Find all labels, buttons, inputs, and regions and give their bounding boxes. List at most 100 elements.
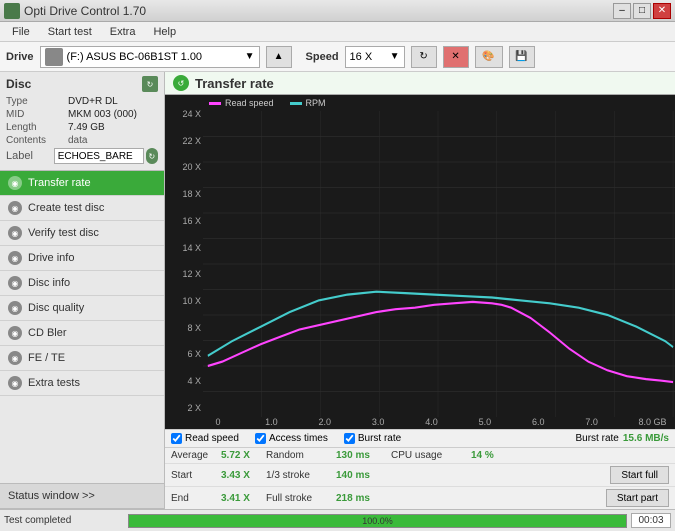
legend-rpm: RPM	[290, 98, 326, 108]
drive-select[interactable]: (F:) ASUS BC-06B1ST 1.00 ▼	[40, 46, 260, 68]
legend-read-speed: Read speed	[209, 98, 274, 108]
nav-create-test-disc-label: Create test disc	[28, 202, 104, 214]
legend-rpm-label: RPM	[306, 98, 326, 108]
minimize-button[interactable]: –	[613, 3, 631, 19]
full-stroke-label: Full stroke	[266, 493, 336, 504]
nav-cd-bler[interactable]: ◉ CD Bler	[0, 321, 164, 346]
checkbox-burst-rate-input[interactable]	[344, 433, 355, 444]
disc-length-label: Length	[6, 122, 68, 133]
nav-extra-tests-label: Extra tests	[28, 377, 80, 389]
checkbox-burst-rate-label: Burst rate	[358, 433, 401, 444]
end-value: 3.41 X	[221, 493, 266, 504]
drive-bar: Drive (F:) ASUS BC-06B1ST 1.00 ▼ ▲ Speed…	[0, 42, 675, 72]
eject-button[interactable]: ▲	[266, 46, 292, 68]
nav-transfer-rate[interactable]: ◉ Transfer rate	[0, 171, 164, 196]
start-value: 3.43 X	[221, 470, 266, 481]
nav-fe-te[interactable]: ◉ FE / TE	[0, 346, 164, 371]
random-value: 130 ms	[336, 450, 391, 461]
start-part-button[interactable]: Start part	[606, 489, 669, 507]
save-button[interactable]: 💾	[509, 46, 535, 68]
drive-device-icon	[45, 48, 63, 66]
checkbox-access-times-input[interactable]	[255, 433, 266, 444]
drive-dropdown-arrow: ▼	[245, 51, 255, 62]
nav-verify-test-disc-label: Verify test disc	[28, 227, 99, 239]
disc-refresh-button[interactable]: ↻	[142, 76, 158, 92]
y-label-4: 4 X	[187, 376, 201, 386]
stats-row-1: Average 5.72 X Random 130 ms CPU usage 1…	[165, 447, 675, 463]
create-test-disc-icon: ◉	[8, 201, 22, 215]
stroke13-label: 1/3 stroke	[266, 470, 336, 481]
nav-cd-bler-label: CD Bler	[28, 327, 67, 339]
speed-select[interactable]: 16 X ▼	[345, 46, 405, 68]
sidebar: Disc ↻ Type DVD+R DL MID MKM 003 (000) L…	[0, 72, 165, 509]
end-label: End	[171, 493, 221, 504]
clear-button[interactable]: ✕	[443, 46, 469, 68]
nav-disc-info-label: Disc info	[28, 277, 70, 289]
y-label-6: 6 X	[187, 349, 201, 359]
random-label: Random	[266, 450, 336, 461]
disc-type-value: DVD+R DL	[68, 96, 158, 107]
close-button[interactable]: ✕	[653, 3, 671, 19]
full-stroke-value: 218 ms	[336, 493, 391, 504]
verify-test-disc-icon: ◉	[8, 226, 22, 240]
y-label-18: 18 X	[182, 189, 201, 199]
nav-disc-quality[interactable]: ◉ Disc quality	[0, 296, 164, 321]
chart-controls: Read speed Access times Burst rate Burst…	[165, 429, 675, 447]
x-label-3: 3.0	[363, 417, 393, 427]
nav-drive-info-label: Drive info	[28, 252, 74, 264]
nav-disc-info[interactable]: ◉ Disc info	[0, 271, 164, 296]
progress-container: 100.0%	[128, 514, 627, 528]
nav-extra-tests[interactable]: ◉ Extra tests	[0, 371, 164, 396]
disc-label-input[interactable]	[54, 148, 144, 164]
x-label-8: 8.0 GB	[630, 417, 675, 427]
x-label-6: 6.0	[523, 417, 553, 427]
stats-row-2: Start 3.43 X 1/3 stroke 140 ms Start ful…	[165, 463, 675, 486]
menu-bar: File Start test Extra Help	[0, 22, 675, 42]
cpu-label: CPU usage	[391, 450, 471, 461]
legend-read-speed-label: Read speed	[225, 98, 274, 108]
nav-disc-quality-label: Disc quality	[28, 302, 84, 314]
cd-bler-icon: ◉	[8, 326, 22, 340]
burst-rate-value: 15.6 MB/s	[623, 433, 669, 444]
nav-transfer-rate-label: Transfer rate	[28, 177, 91, 189]
fe-te-icon: ◉	[8, 351, 22, 365]
chart-svg	[203, 111, 675, 417]
maximize-button[interactable]: □	[633, 3, 651, 19]
speed-dropdown-arrow: ▼	[390, 51, 400, 62]
menu-file[interactable]: File	[4, 24, 38, 40]
menu-start-test[interactable]: Start test	[40, 24, 100, 40]
nav-create-test-disc[interactable]: ◉ Create test disc	[0, 196, 164, 221]
refresh-button[interactable]: ↻	[411, 46, 437, 68]
y-label-16: 16 X	[182, 216, 201, 226]
legend-rpm-color	[290, 102, 302, 105]
disc-contents-value: data	[68, 135, 158, 146]
stats-section: Average 5.72 X Random 130 ms CPU usage 1…	[165, 447, 675, 509]
disc-info-icon: ◉	[8, 276, 22, 290]
y-label-24: 24 X	[182, 109, 201, 119]
disc-section: Disc ↻ Type DVD+R DL MID MKM 003 (000) L…	[0, 72, 164, 171]
nav-verify-test-disc[interactable]: ◉ Verify test disc	[0, 221, 164, 246]
burst-rate-label: Burst rate	[576, 433, 619, 444]
color-button[interactable]: 🎨	[475, 46, 503, 68]
right-panel: ↺ Transfer rate 24 X 22 X 20 X 18 X 16 X…	[165, 72, 675, 509]
disc-contents-label: Contents	[6, 135, 68, 146]
start-full-button[interactable]: Start full	[610, 466, 669, 484]
menu-help[interactable]: Help	[145, 24, 184, 40]
disc-label-refresh-button[interactable]: ↻	[146, 148, 158, 164]
menu-extra[interactable]: Extra	[102, 24, 144, 40]
status-bar: Test completed 100.0% 00:03	[0, 509, 675, 531]
disc-label-label: Label	[6, 150, 54, 162]
drive-label: Drive	[6, 51, 34, 63]
checkbox-read-speed-input[interactable]	[171, 433, 182, 444]
drive-value: (F:) ASUS BC-06B1ST 1.00	[67, 51, 203, 63]
y-label-12: 12 X	[182, 269, 201, 279]
chart-header-icon: ↺	[173, 75, 189, 91]
status-window-button[interactable]: Status window >>	[0, 483, 164, 509]
checkbox-access-times: Access times	[255, 433, 328, 444]
x-label-1: 1.0	[256, 417, 286, 427]
title-bar: Opti Drive Control 1.70 – □ ✕	[0, 0, 675, 22]
nav-drive-info[interactable]: ◉ Drive info	[0, 246, 164, 271]
app-title: Opti Drive Control 1.70	[24, 4, 146, 18]
disc-title: Disc	[6, 77, 31, 91]
nav-fe-te-label: FE / TE	[28, 352, 65, 364]
